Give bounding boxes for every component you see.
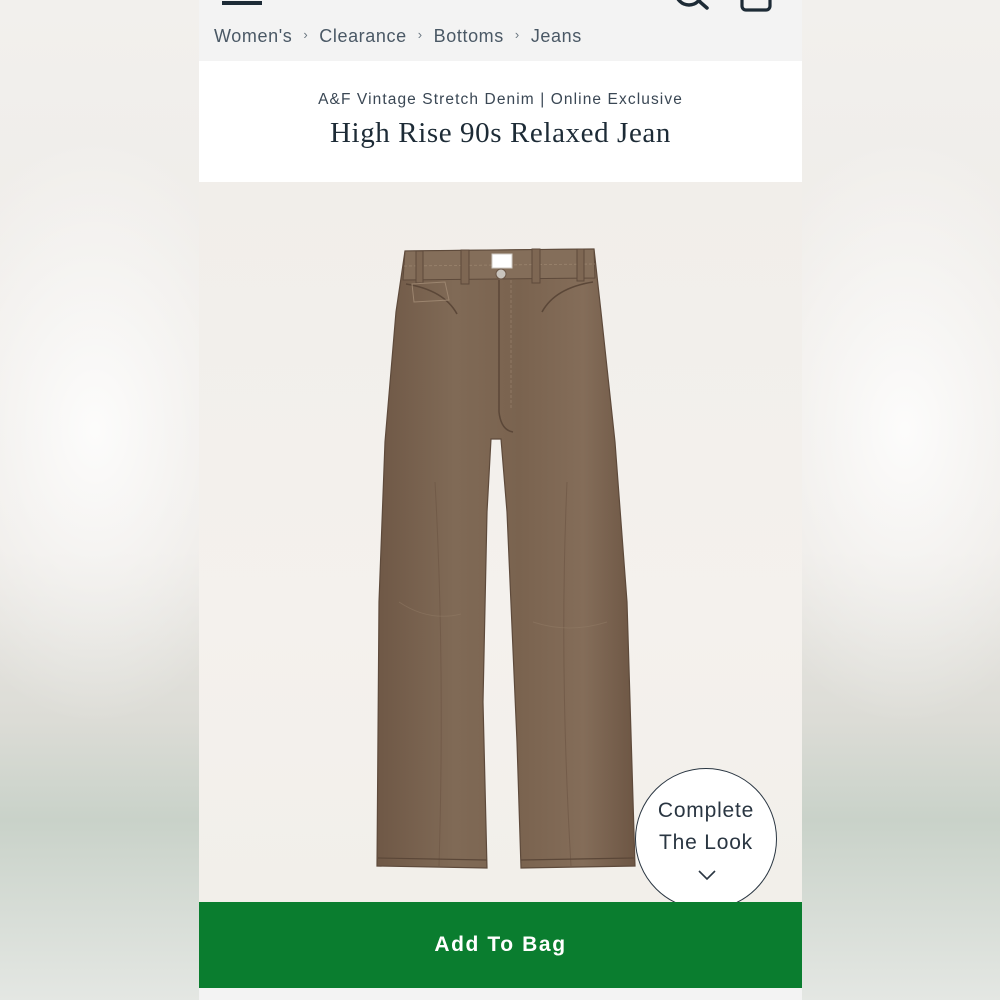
product-image[interactable]: Complete The Look — [199, 182, 802, 902]
breadcrumb-item-bottoms[interactable]: Bottoms — [434, 26, 504, 47]
shopping-bag-icon[interactable] — [739, 0, 773, 14]
complete-the-look-line2: The Look — [659, 831, 753, 854]
phone-screen: Women's › Clearance › Bottoms › Jeans A&… — [199, 0, 802, 1000]
search-icon[interactable] — [673, 0, 713, 10]
top-navigation-bar — [199, 0, 802, 16]
breadcrumb: Women's › Clearance › Bottoms › Jeans — [214, 24, 582, 48]
breadcrumb-item-womens[interactable]: Women's — [214, 26, 292, 47]
complete-the-look-label: Complete The Look — [636, 795, 776, 859]
complete-the-look-line1: Complete — [657, 799, 755, 822]
complete-the-look-button[interactable]: Complete The Look — [635, 768, 777, 902]
chevron-down-icon — [698, 870, 716, 881]
bottom-strip — [199, 988, 802, 1000]
breadcrumb-separator-icon: › — [417, 26, 423, 42]
breadcrumb-separator-icon: › — [514, 26, 520, 42]
jeans-body — [376, 248, 636, 869]
product-collection-label: A&F Vintage Stretch Denim | Online Exclu… — [318, 91, 683, 108]
add-to-bag-button[interactable]: Add To Bag — [199, 902, 802, 988]
breadcrumb-separator-icon: › — [303, 26, 309, 42]
product-header: A&F Vintage Stretch Denim | Online Exclu… — [199, 61, 802, 182]
hamburger-menu-icon[interactable] — [222, 1, 262, 5]
breadcrumb-item-jeans[interactable]: Jeans — [531, 26, 582, 47]
breadcrumb-item-clearance[interactable]: Clearance — [319, 26, 406, 47]
product-title: High Rise 90s Relaxed Jean — [330, 117, 671, 149]
